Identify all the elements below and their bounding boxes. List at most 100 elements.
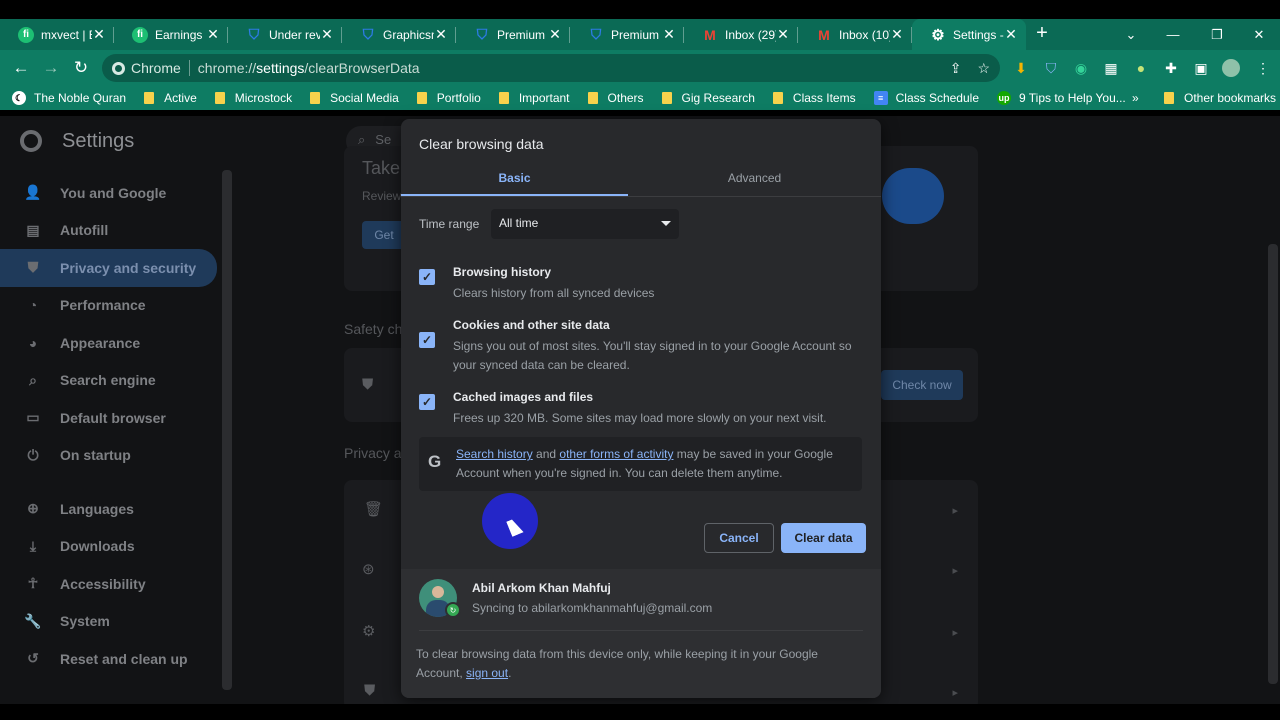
search-history-link[interactable]: Search history (456, 447, 533, 461)
tab-title: Earnings (155, 27, 203, 42)
sidebar-item-reset-and-clean-up[interactable]: ↺ Reset and clean up (0, 640, 220, 678)
sidebar-item-downloads[interactable]: ⤓ Downloads (0, 528, 220, 566)
tab-title: Under revi (269, 27, 320, 42)
bookmark-microstock[interactable]: Microstock (214, 91, 292, 105)
tab-2[interactable]: ⛉ Under revi ✕ (228, 19, 342, 50)
shield-icon: ⛊ (364, 682, 376, 699)
tab-search-icon[interactable]: ⌄ (1108, 19, 1154, 50)
cancel-button[interactable]: Cancel (704, 523, 774, 553)
sidebar-item-on-startup[interactable]: ⏻ On startup (0, 437, 220, 475)
close-tab-icon[interactable]: ✕ (1004, 26, 1018, 43)
row-arrow-icon[interactable]: ▸ (952, 626, 958, 639)
close-tab-icon[interactable]: ✕ (92, 26, 106, 43)
close-tab-icon[interactable]: ✕ (434, 26, 448, 43)
row-arrow-icon[interactable]: ▸ (952, 564, 958, 577)
grammar-extension-icon[interactable]: ◉ (1070, 53, 1092, 83)
bookmark-class-items[interactable]: Class Items (772, 91, 856, 105)
settings-icon: ⚙ (362, 623, 376, 640)
browsing-history-checkbox[interactable]: ✓ (419, 269, 435, 285)
tab-8[interactable]: ⚙ Settings - ✕ (912, 19, 1026, 50)
close-tab-icon[interactable]: ✕ (548, 26, 562, 43)
sidebar-item-label: Appearance (60, 334, 141, 351)
bookmark-others[interactable]: Others (587, 91, 644, 105)
omnibox-divider (188, 60, 190, 76)
other-bookmarks[interactable]: Other bookmarks (1164, 91, 1276, 105)
close-window-button[interactable]: ✕ (1236, 19, 1280, 50)
sidebar-item-languages[interactable]: ⊕ Languages (0, 490, 220, 528)
toolbar: ← → ↻ Chrome chrome://settings/clearBrow… (0, 50, 1280, 86)
page-scrollbar[interactable] (1268, 244, 1278, 684)
folder-icon (498, 92, 509, 104)
forward-button[interactable]: → (36, 53, 66, 83)
check-now-button[interactable]: Check now (881, 370, 963, 400)
cookies-checkbox[interactable]: ✓ (419, 332, 435, 348)
bookmarks-overflow-button[interactable]: » (1132, 91, 1139, 105)
bookmark-9-tips[interactable]: up 9 Tips to Help You... (997, 91, 1126, 105)
tab-5[interactable]: ⛉ Premium F✕ (570, 19, 684, 50)
bookmark-active[interactable]: Active (144, 91, 197, 105)
row-arrow-icon[interactable]: ▸ (952, 504, 958, 517)
sidepanel-icon[interactable]: ▣ (1190, 53, 1212, 83)
close-tab-icon[interactable]: ✕ (890, 26, 904, 43)
safety-check-heading: Safety ch (344, 321, 403, 337)
other-activity-link[interactable]: other forms of activity (559, 447, 673, 461)
tab-basic[interactable]: Basic (401, 163, 628, 196)
bookmark-noble-quran[interactable]: ☾ The Noble Quran (12, 91, 126, 105)
get-started-button[interactable]: Get (362, 221, 406, 249)
sidebar-item-performance[interactable]: ◔ Performance (0, 287, 220, 325)
bookmarks-bar: ☾ The Noble Quran Active Microstock Socia… (0, 86, 1280, 110)
sidebar-item-default-browser[interactable]: ▭ Default browser (0, 399, 220, 437)
account-name: Abil Arkom Khan Mahfuj (472, 581, 611, 595)
bookmark-label: Portfolio (436, 91, 481, 105)
tab-3[interactable]: ⛉ Graphicsm✕ (342, 19, 456, 50)
tab-7[interactable]: M Inbox (10) ✕ (798, 19, 912, 50)
sign-out-link[interactable]: sign out (466, 666, 508, 680)
close-tab-icon[interactable]: ✕ (206, 26, 220, 43)
document-extension-icon[interactable]: ▦ (1100, 53, 1122, 83)
sidebar-scrollbar[interactable] (222, 170, 232, 690)
close-tab-icon[interactable]: ✕ (776, 26, 790, 43)
close-tab-icon[interactable]: ✕ (320, 26, 334, 43)
account-sync-status: Syncing to abilarkomkhanmahfuj@gmail.com (472, 601, 713, 615)
sidebar-item-search-engine[interactable]: ⌕ Search engine (0, 362, 220, 400)
menu-icon[interactable]: ⋮ (1252, 53, 1274, 83)
tab-advanced[interactable]: Advanced (628, 163, 881, 196)
bookmark-gig-research[interactable]: Gig Research (661, 91, 755, 105)
row-arrow-icon[interactable]: ▸ (952, 686, 958, 699)
bookmark-star-icon[interactable]: ☆ (977, 60, 990, 77)
sidebar-item-autofill[interactable]: ▤ Autofill (0, 212, 220, 250)
address-bar[interactable]: Chrome chrome://settings/clearBrowserDat… (102, 54, 1000, 82)
time-range-select[interactable]: All time (491, 209, 679, 239)
sidebar-item-accessibility[interactable]: ☥ Accessibility (0, 565, 220, 603)
download-extension-icon[interactable]: ⬇ (1010, 53, 1032, 83)
bookmark-portfolio[interactable]: Portfolio (416, 91, 481, 105)
clear-data-button[interactable]: Clear data (781, 523, 866, 553)
shield-extension-icon[interactable]: ⛉ (1040, 53, 1062, 83)
close-tab-icon[interactable]: ✕ (662, 26, 676, 43)
tab-1[interactable]: fi Earnings ✕ (114, 19, 228, 50)
tab-4[interactable]: ⛉ Premium F✕ (456, 19, 570, 50)
new-tab-button[interactable]: + (1026, 22, 1058, 45)
sidebar-item-you-and-google[interactable]: 👤 You and Google (0, 174, 220, 212)
cached-images-checkbox[interactable]: ✓ (419, 394, 435, 410)
restore-button[interactable]: ❐ (1194, 19, 1240, 50)
folder-icon (661, 92, 672, 104)
tab-6[interactable]: M Inbox (29) ✕ (684, 19, 798, 50)
sidebar-item-privacy-and-security[interactable]: ⛊ Privacy and security (0, 249, 217, 287)
tab-0[interactable]: fi mxvect | B ✕ (0, 19, 114, 50)
cloud-illustration (882, 168, 944, 224)
sidebar-item-appearance[interactable]: ◕ Appearance (0, 324, 220, 362)
reload-button[interactable]: ↻ (66, 53, 96, 83)
bookmark-class-schedule[interactable]: ≡ Class Schedule (873, 91, 979, 105)
bookmark-social-media[interactable]: Social Media (310, 91, 399, 105)
sidebar-item-label: Privacy and security (60, 259, 197, 276)
bulb-extension-icon[interactable]: ● (1130, 53, 1152, 83)
share-icon[interactable]: ⇪ (950, 60, 962, 77)
profile-avatar[interactable] (1220, 53, 1242, 83)
sidebar-item-system[interactable]: 🔧 System (0, 603, 220, 641)
back-button[interactable]: ← (6, 53, 36, 83)
puzzle-icon[interactable]: ✚ (1160, 53, 1182, 83)
bookmark-important[interactable]: Important (498, 91, 570, 105)
minimize-button[interactable]: — (1150, 19, 1196, 50)
